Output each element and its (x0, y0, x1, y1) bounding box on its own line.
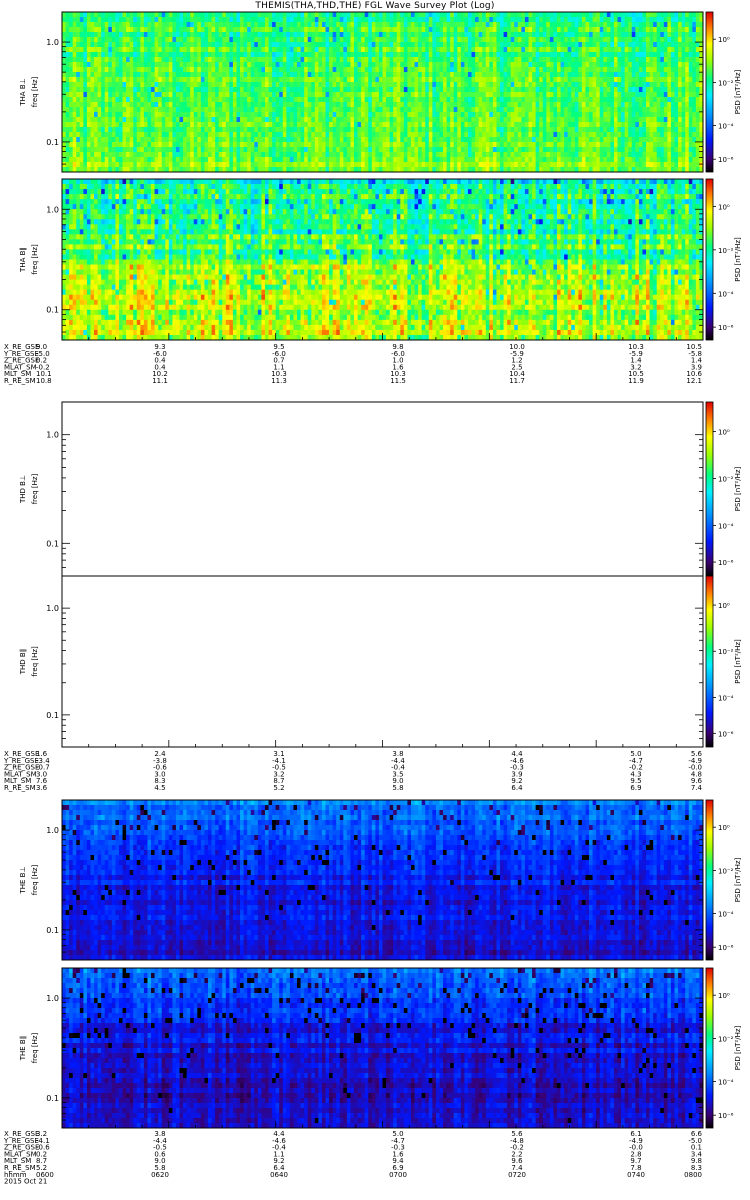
colorbar (706, 576, 713, 747)
ephemeris-value: 6.9 (630, 784, 641, 792)
colorbar (706, 12, 713, 172)
colorbar-tick-label: 10⁻² (718, 1035, 734, 1043)
panel-label: THE B⊥ (19, 866, 27, 894)
y-axis-label: freq [Hz] (31, 244, 39, 275)
ephemeris-value: 5.8 (392, 784, 403, 792)
colorbar-tick-label: 10⁰ (718, 203, 730, 211)
colorbar-label: PSD [nT²/Hz] (734, 466, 742, 511)
colorbar-tick-label: 10⁻⁶ (718, 1112, 734, 1120)
y-tick-label: 1.0 (46, 994, 59, 1003)
colorbar-tick-label: 10⁻⁴ (718, 694, 734, 702)
colorbar-tick-label: 10⁻⁴ (718, 523, 734, 531)
y-tick-label: 1.0 (46, 431, 59, 440)
x-ticks (62, 740, 703, 747)
y-tick-label: 1.0 (46, 604, 59, 613)
y-ticks (62, 576, 703, 747)
colorbar-tick-label: 10⁻⁶ (718, 156, 734, 164)
ephemeris-value: 3.6 (36, 784, 48, 792)
ephemeris-value: 0620 (151, 1171, 169, 1179)
panel-label: THD B∥ (19, 649, 27, 675)
colorbar-tick-label: 10⁻⁶ (718, 324, 734, 332)
y-axis-label: freq [Hz] (31, 1032, 39, 1063)
panel-label: THE B∥ (19, 1036, 27, 1062)
colorbar-tick-label: 10⁻⁴ (718, 290, 734, 298)
y-axis-label: freq [Hz] (31, 473, 39, 504)
colorbar-tick-label: 10⁰ (718, 824, 730, 832)
ephemeris-value: 11.1 (152, 377, 168, 385)
y-axis-label: freq [Hz] (31, 646, 39, 677)
panel-frame (62, 402, 703, 576)
y-tick-label: 0.1 (46, 1094, 59, 1103)
colorbar-tick-label: 10⁻⁴ (718, 911, 734, 919)
y-axis-label: freq [Hz] (31, 864, 39, 895)
colorbar-tick-label: 10⁻⁶ (718, 730, 734, 738)
colorbar (706, 179, 713, 340)
colorbar-tick-label: 10⁻² (718, 867, 734, 875)
colorbar-tick-label: 10⁻⁶ (718, 944, 734, 952)
colorbar-tick-label: 10⁰ (718, 602, 730, 610)
spectrogram-a_par (62, 179, 703, 340)
ephemeris-value: 6.4 (511, 784, 523, 792)
y-tick-label: 0.1 (46, 539, 59, 548)
panel-label: THD B⊥ (19, 475, 27, 504)
colorbar-label: PSD [nT²/Hz] (734, 237, 742, 282)
colorbar-label: PSD [nT²/Hz] (734, 69, 742, 114)
colorbar-tick-label: 10⁻⁴ (718, 123, 734, 131)
spectrogram-e_perp (62, 800, 703, 960)
ephemeris-value: 12.1 (686, 377, 702, 385)
ephemeris-value: 0800 (684, 1171, 702, 1179)
ephemeris-value: 11.5 (390, 377, 406, 385)
ephemeris-row-name: R_RE_SM (4, 377, 36, 385)
panel-label: THA B∥ (19, 247, 27, 273)
colorbar-tick-label: 10⁻² (718, 79, 734, 87)
colorbar-tick-label: 10⁻² (718, 247, 734, 255)
y-tick-label: 1.0 (46, 205, 59, 214)
colorbar (706, 968, 713, 1128)
y-tick-label: 0.1 (46, 138, 59, 147)
colorbar (706, 800, 713, 960)
date-label: 2015 Oct 21 (4, 1178, 47, 1186)
ephemeris-row-name: R_RE_SM (4, 784, 36, 792)
ephemeris-value: 11.9 (628, 377, 644, 385)
ephemeris-value: 11.7 (509, 377, 525, 385)
panel-label: THA B⊥ (19, 78, 27, 106)
ephemeris-value: 11.3 (271, 377, 287, 385)
ephemeris-value: 0700 (389, 1171, 407, 1179)
y-ticks (62, 402, 703, 576)
spectrogram-a_perp (62, 12, 703, 172)
y-tick-label: 0.1 (46, 306, 59, 315)
colorbar-tick-label: 10⁰ (718, 992, 730, 1000)
colorbar-tick-label: 10⁻⁶ (718, 559, 734, 567)
ephemeris-value: 4.5 (154, 784, 165, 792)
colorbar-tick-label: 10⁻⁴ (718, 1079, 734, 1087)
ephemeris-value: 0640 (270, 1171, 288, 1179)
colorbar-tick-label: 10⁻² (718, 648, 734, 656)
colorbar-tick-label: 10⁻² (718, 476, 734, 484)
colorbar-tick-label: 10⁰ (718, 36, 730, 44)
ephemeris-value: 0740 (627, 1171, 645, 1179)
colorbar-tick-label: 10⁰ (718, 429, 730, 437)
colorbar-label: PSD [nT²/Hz] (734, 857, 742, 902)
ephemeris-value: 7.4 (691, 784, 703, 792)
ephemeris-value: 5.2 (273, 784, 284, 792)
y-axis-label: freq [Hz] (31, 76, 39, 107)
colorbar-label: PSD [nT²/Hz] (734, 639, 742, 684)
panel-frame (62, 576, 703, 747)
y-tick-label: 1.0 (46, 38, 59, 47)
ephemeris-value: 10.8 (36, 377, 52, 385)
spectrogram-e_par (62, 968, 703, 1128)
colorbar-label: PSD [nT²/Hz] (734, 1025, 742, 1070)
colorbar (706, 402, 713, 576)
y-tick-label: 0.1 (46, 711, 59, 720)
y-tick-label: 1.0 (46, 826, 59, 835)
ephemeris-value: 0720 (508, 1171, 526, 1179)
y-tick-label: 0.1 (46, 926, 59, 935)
wave-survey-chart: 1.0 0.1 freq [Hz] THA B⊥ 10⁰ 10⁻² 10⁻⁴ 10⁻⁶ PSD … (0, 0, 750, 1200)
